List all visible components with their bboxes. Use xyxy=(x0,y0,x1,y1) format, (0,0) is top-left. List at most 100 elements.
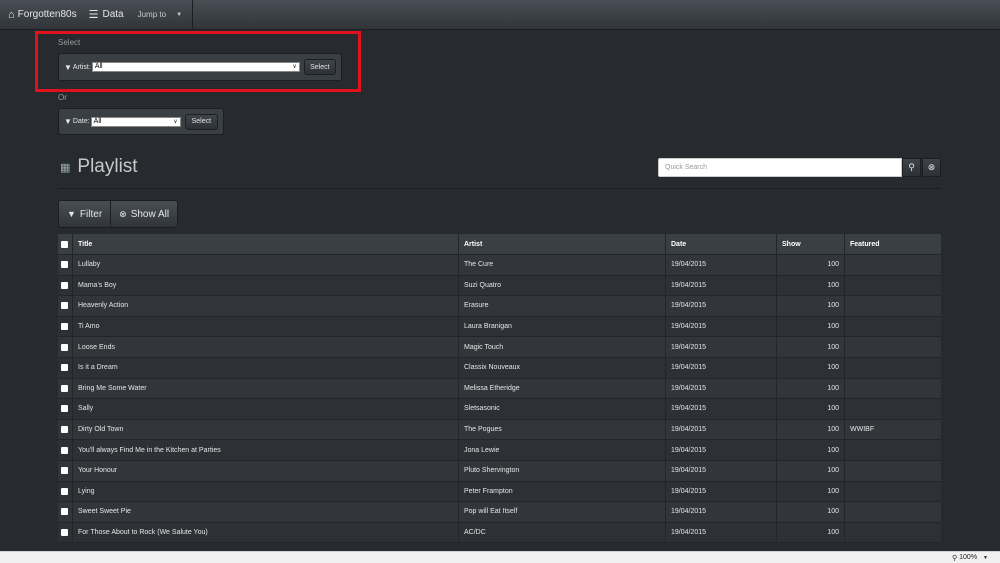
row-checkbox[interactable] xyxy=(61,384,68,392)
row-checkbox[interactable] xyxy=(61,405,68,413)
row-checkbox[interactable] xyxy=(61,343,68,351)
quick-search-input[interactable]: Quick Search xyxy=(658,158,902,177)
cell-artist: Suzi Quatro xyxy=(459,275,666,296)
date-dropdown[interactable]: All ∨ xyxy=(90,116,181,127)
filter-icon: ▼ xyxy=(64,117,72,126)
brand-link[interactable]: ⌂ Forgotten80s xyxy=(0,0,77,30)
table-row[interactable]: Sweet Sweet Pie Pop will Eat Itself 19/04/… xyxy=(58,502,941,523)
grid-header-row: Title Artist Date Show Featured xyxy=(58,234,941,255)
row-checkbox[interactable] xyxy=(61,302,68,310)
row-checkbox[interactable] xyxy=(61,426,68,434)
filter-button[interactable]: ▼ Filter xyxy=(59,201,111,227)
page-title: ▦ Playlist xyxy=(60,156,138,178)
row-checkbox[interactable] xyxy=(61,529,68,537)
cell-featured: WWIBF xyxy=(850,426,875,434)
show-all-button[interactable]: ⊗ Show All xyxy=(110,201,178,227)
column-header-date[interactable]: Date xyxy=(666,234,777,254)
cell-show: 100 xyxy=(777,419,845,440)
select-all-cell xyxy=(58,234,73,254)
row-check-cell xyxy=(58,316,73,337)
playlist-title-text: Playlist xyxy=(77,156,138,177)
caret-down-icon[interactable]: ▼ xyxy=(983,555,988,561)
cell-show: 100 xyxy=(777,460,845,481)
cell-date: 19/04/2015 xyxy=(666,337,777,357)
cell-featured xyxy=(845,440,941,460)
cell-date: 19/04/2015 xyxy=(666,502,777,522)
cell-date: 19/04/2015 xyxy=(666,460,777,481)
cell-show: 100 xyxy=(777,502,845,522)
row-checkbox[interactable] xyxy=(61,467,68,475)
cell-show: 100 xyxy=(777,378,845,399)
row-check-cell xyxy=(58,255,73,275)
cell-show: 100 xyxy=(777,399,845,419)
cell-artist: Peter Frampton xyxy=(459,481,666,502)
column-header-title[interactable]: Title xyxy=(73,234,459,254)
table-row[interactable]: For Those About to Rock (We Salute You) A… xyxy=(58,522,941,544)
zoom-level: 100% xyxy=(959,554,978,561)
date-select-button[interactable]: Select xyxy=(184,113,218,130)
table-row[interactable]: Loose Ends Magic Touch 19/04/2015 100 xyxy=(58,337,941,358)
cell-featured xyxy=(845,255,941,275)
table-row[interactable]: Lullaby The Cure 19/04/2015 100 xyxy=(58,255,941,276)
show-all-label: Show All xyxy=(130,208,170,220)
cell-artist: Classix Nouveaux xyxy=(459,357,666,378)
status-bar: ⚲ 100% ▼ xyxy=(0,551,1000,563)
table-row[interactable]: Ti Amo Laura Branigan 19/04/2015 100 xyxy=(58,316,941,338)
table-row[interactable]: Bring Me Some Water Melissa Etheridge 19/0… xyxy=(58,378,941,400)
table-row[interactable]: Your Honour Pluto Shervington 19/04/2015 10… xyxy=(58,460,941,482)
row-check-cell xyxy=(58,296,73,316)
clear-search-button[interactable]: ⊗ xyxy=(922,158,941,177)
table-row[interactable]: Lying Peter Frampton 19/04/2015 100 xyxy=(58,481,941,503)
select-all-checkbox[interactable] xyxy=(61,240,68,248)
or-label: Or xyxy=(58,93,67,102)
cell-date: 19/04/2015 xyxy=(666,481,777,502)
cell-title: Dirty Old Town xyxy=(73,419,459,440)
table-row[interactable]: Mama's Boy Suzi Quatro 19/04/2015 100 xyxy=(58,275,941,297)
cell-show: 100 xyxy=(777,316,845,337)
row-checkbox[interactable] xyxy=(61,281,68,289)
search-button[interactable]: ⚲ xyxy=(902,158,921,177)
column-header-featured[interactable]: Featured xyxy=(845,234,941,254)
filter-icon: ▼ xyxy=(67,209,76,219)
row-checkbox[interactable] xyxy=(61,364,68,372)
table-row[interactable]: Is it a Dream Classix Nouveaux 19/04/2015 1… xyxy=(58,357,941,379)
row-check-cell xyxy=(58,275,73,296)
table-row[interactable]: Heavenly Action Erasure 19/04/2015 100 xyxy=(58,296,941,317)
row-checkbox[interactable] xyxy=(61,446,68,454)
date-select-well: ▼ Date: All ∨ Select xyxy=(58,108,224,135)
cell-featured xyxy=(845,523,941,543)
highlight-box xyxy=(35,31,361,92)
search-icon: ⚲ xyxy=(908,162,915,172)
row-checkbox[interactable] xyxy=(61,508,68,516)
zoom-icon: ⚲ xyxy=(952,554,958,562)
row-check-cell xyxy=(58,337,73,357)
table-row[interactable]: You'll always Find Me in the Kitchen at … xyxy=(58,440,941,461)
table-row[interactable]: Dirty Old Town The Pogues 19/04/2015 100 WWI… xyxy=(58,419,941,441)
nav-divider xyxy=(192,0,194,30)
cell-artist: Magic Touch xyxy=(459,337,666,357)
jump-to-dropdown[interactable]: Jump to ▼ xyxy=(138,0,182,30)
row-checkbox[interactable] xyxy=(61,261,68,269)
row-checkbox[interactable] xyxy=(61,487,68,495)
cell-show: 100 xyxy=(777,337,845,357)
date-dropdown-value: All xyxy=(93,117,102,125)
row-check-cell xyxy=(58,481,73,502)
table-row[interactable]: Sally Sletsasonic 19/04/2015 100 xyxy=(58,399,941,420)
cell-title: You'll always Find Me in the Kitchen at … xyxy=(73,440,459,460)
playlist-grid: Title Artist Date Show Featured Lullaby T… xyxy=(58,234,941,544)
cell-featured xyxy=(845,296,941,316)
cell-featured xyxy=(845,276,941,296)
divider xyxy=(58,188,941,189)
grid-toolbar: ▼ Filter ⊗ Show All xyxy=(58,200,179,228)
cell-artist: The Cure xyxy=(459,255,666,275)
cell-featured xyxy=(845,502,941,522)
column-header-artist[interactable]: Artist xyxy=(459,234,666,254)
data-nav-link[interactable]: ☰ Data xyxy=(89,0,124,30)
cell-artist: Pluto Shervington xyxy=(459,460,666,481)
cell-featured xyxy=(845,358,941,378)
column-header-show[interactable]: Show xyxy=(777,234,845,254)
cell-title: Loose Ends xyxy=(73,337,459,357)
cell-date: 19/04/2015 xyxy=(666,522,777,543)
cell-show: 100 xyxy=(777,255,845,275)
row-checkbox[interactable] xyxy=(61,323,68,331)
